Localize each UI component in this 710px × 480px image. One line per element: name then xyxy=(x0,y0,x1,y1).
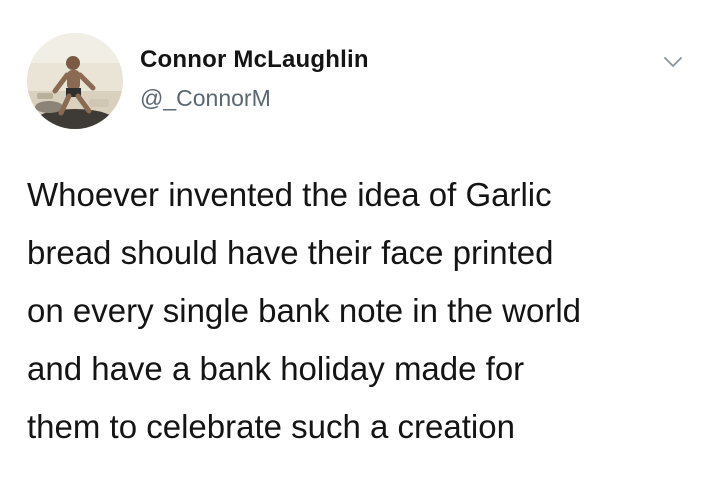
tweet-text-line: and have a bank holiday made for xyxy=(27,350,525,387)
tweet-text-line: them to celebrate such a creation xyxy=(27,408,515,445)
chevron-down-icon xyxy=(664,57,682,67)
author-handle[interactable]: @_ConnorM xyxy=(140,85,271,112)
tweet-text-line: on every single bank note in the world xyxy=(27,292,582,329)
tweet-card: Connor McLaughlin @_ConnorM Whoever inve… xyxy=(0,0,710,480)
tweet-menu-button[interactable] xyxy=(662,54,684,70)
tweet-text-line: Whoever invented the idea of Garlic xyxy=(27,176,552,213)
tweet-text-line: bread should have their face printed xyxy=(27,234,554,271)
tweet-text: Whoever invented the idea of Garlic brea… xyxy=(27,166,697,456)
author-avatar[interactable] xyxy=(27,33,123,129)
author-name[interactable]: Connor McLaughlin xyxy=(140,46,369,74)
profile-photo-icon xyxy=(27,33,123,129)
